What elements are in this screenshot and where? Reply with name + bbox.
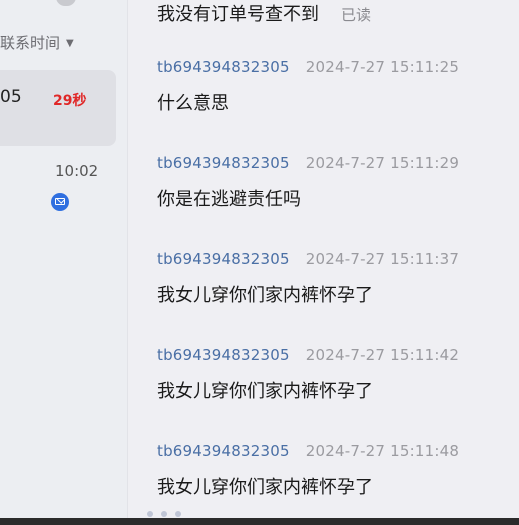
bottom-bar <box>0 518 519 525</box>
message-text: 我没有订单号查不到 <box>157 4 319 25</box>
conversation-sidebar: 联系时间 ▼ 05 29秒 10:02 <box>0 0 128 525</box>
contact-time: 10:02 <box>55 162 99 180</box>
chat-panel: 我没有订单号查不到 已读 tb694394832305 2024-7-27 15:1… <box>128 0 519 525</box>
message-text: 我女儿穿你们家内裤怀孕了 <box>157 381 373 402</box>
page-dot[interactable] <box>147 511 153 517</box>
sender-name[interactable]: tb694394832305 <box>157 154 290 172</box>
message-time: 2024-7-27 15:11:29 <box>305 154 460 172</box>
message-item: tb694394832305 2024-7-27 15:11:42 我女儿穿你们家… <box>157 346 459 403</box>
message-header: tb694394832305 2024-7-27 15:11:29 <box>157 154 459 172</box>
wait-time-badge: 29秒 <box>53 93 87 109</box>
sort-dropdown[interactable]: 联系时间 ▼ <box>0 32 74 53</box>
message-header: tb694394832305 2024-7-27 15:11:25 <box>157 58 459 76</box>
sender-name[interactable]: tb694394832305 <box>157 250 290 268</box>
message-text: 你是在逃避责任吗 <box>157 189 301 210</box>
message-header: tb694394832305 2024-7-27 15:11:37 <box>157 250 459 268</box>
sender-name[interactable]: tb694394832305 <box>157 58 290 76</box>
sender-name[interactable]: tb694394832305 <box>157 346 290 364</box>
read-status: 已读 <box>341 6 372 24</box>
caret-down-icon: ▼ <box>66 38 74 49</box>
contact-item-active[interactable]: 05 29秒 <box>0 70 116 146</box>
page-dot[interactable] <box>175 511 181 517</box>
message-time: 2024-7-27 15:11:37 <box>305 250 460 268</box>
message-item: tb694394832305 2024-7-27 15:11:37 我女儿穿你们家… <box>157 250 459 307</box>
message-item: tb694394832305 2024-7-27 15:11:29 你是在逃避责任… <box>157 154 459 211</box>
sort-label: 联系时间 <box>0 34 61 52</box>
message-time: 2024-7-27 15:11:48 <box>305 442 460 460</box>
scroll-indicator[interactable] <box>56 0 76 6</box>
message-item: tb694394832305 2024-7-27 15:11:25 什么意思 <box>157 58 459 115</box>
message-text: 我女儿穿你们家内裤怀孕了 <box>157 285 373 306</box>
mail-icon[interactable] <box>51 193 69 211</box>
message-time: 2024-7-27 15:11:42 <box>305 346 460 364</box>
sender-name[interactable]: tb694394832305 <box>157 442 290 460</box>
message-item: tb694394832305 2024-7-27 15:11:48 我女儿穿你们家… <box>157 442 459 499</box>
page-dot[interactable] <box>161 511 167 517</box>
message-time: 2024-7-27 15:11:25 <box>305 58 460 76</box>
message-text: 什么意思 <box>157 93 229 114</box>
message-header: tb694394832305 2024-7-27 15:11:48 <box>157 442 459 460</box>
contact-id: 05 <box>0 87 22 107</box>
outgoing-message: 我没有订单号查不到 已读 <box>157 0 371 26</box>
message-header: tb694394832305 2024-7-27 15:11:42 <box>157 346 459 364</box>
message-text: 我女儿穿你们家内裤怀孕了 <box>157 477 373 498</box>
